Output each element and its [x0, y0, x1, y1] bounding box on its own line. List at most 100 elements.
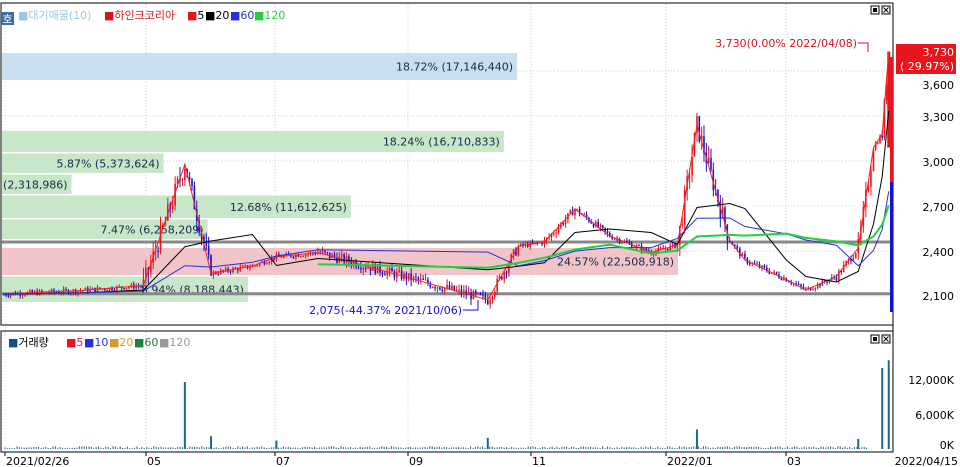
- candle-body: [780, 277, 783, 281]
- stock-chart[interactable]: 18.72% (17,146,440) 18.24% (16,710,833) 5.…: [0, 0, 960, 467]
- x-label: 2022/04/15: [895, 455, 958, 467]
- candle-body: [29, 290, 31, 293]
- candle-body: [436, 287, 439, 289]
- vol-legend-ma5[interactable]: ■5: [66, 336, 83, 349]
- profile-bar-label: 18.24% (16,710,833): [383, 136, 500, 149]
- candle-body: [669, 245, 672, 250]
- maximize-icon-fill: [873, 8, 877, 12]
- candle-body: [116, 286, 118, 291]
- x-label: 11: [532, 455, 546, 467]
- candle-body: [491, 297, 494, 300]
- x-label: 2022/01: [667, 455, 713, 467]
- candle-body: [787, 281, 790, 283]
- badge-label[interactable]: 호: [2, 13, 12, 26]
- legend-item-stock[interactable]: ■하인크코리아: [104, 8, 175, 22]
- legend-item-ma120[interactable]: ■120: [254, 9, 285, 22]
- candle-body: [753, 262, 756, 264]
- candle-body: [314, 253, 317, 255]
- legend-item-ma60[interactable]: ■60: [230, 9, 254, 22]
- profile-bar-label: 12.68% (11,612,625): [230, 201, 347, 214]
- legend-text: 60: [144, 336, 158, 349]
- profile-bar-label: 24.57% (22,508,918): [557, 256, 674, 269]
- legend-marker: ■: [230, 9, 240, 22]
- candle-body: [489, 299, 491, 305]
- candle-body: [681, 224, 684, 226]
- x-label: 09: [409, 455, 423, 467]
- candle-body: [870, 171, 872, 187]
- candle-body: [181, 179, 184, 181]
- candle-body: [434, 287, 436, 289]
- legend-text: 20: [215, 9, 229, 22]
- legend-marker: ■: [66, 336, 76, 349]
- candle-body: [205, 243, 208, 247]
- candle-body: [744, 253, 746, 258]
- candle-body: [667, 248, 669, 250]
- price-tick: 2,100: [923, 290, 955, 303]
- x-label: 03: [787, 455, 801, 467]
- candle-body: [835, 277, 838, 281]
- candle-body: [531, 242, 534, 244]
- vol-legend-ma20[interactable]: ■20: [109, 336, 133, 349]
- legend-text: 120: [264, 9, 285, 22]
- vol-legend-ma10[interactable]: ■10: [84, 336, 108, 349]
- legend-marker: ■: [8, 336, 18, 349]
- candle-body: [477, 292, 480, 294]
- price-tick: 3,300: [923, 111, 955, 124]
- vol-legend-volume[interactable]: ■거래량: [8, 336, 49, 349]
- candle-body: [362, 267, 365, 270]
- legend-marker: ■: [104, 9, 114, 22]
- candle-body: [241, 265, 244, 267]
- legend-item-profile[interactable]: ■대기매물(10): [18, 9, 91, 22]
- volume-panel-frame: [0, 330, 894, 453]
- candle-body: [475, 290, 477, 294]
- volume-tick: 6,000K: [915, 409, 954, 422]
- candle-body: [400, 270, 403, 280]
- candle-body: [391, 267, 393, 272]
- candle-body: [268, 261, 271, 264]
- candle-body: [171, 205, 174, 210]
- legend-item-ma5[interactable]: ■5: [187, 9, 204, 22]
- candle-body: [419, 278, 422, 280]
- candle-body: [736, 245, 739, 249]
- candle-body: [364, 267, 367, 269]
- vol-legend-ma120[interactable]: ■120: [159, 336, 190, 349]
- candle-body: [881, 135, 884, 138]
- right-range-bar-down: [890, 182, 893, 312]
- candle-body: [249, 267, 251, 269]
- candle-body: [360, 267, 362, 270]
- candle-body: [140, 286, 142, 288]
- candle-body: [505, 272, 508, 274]
- candle-body: [41, 290, 43, 292]
- candle-body: [229, 271, 232, 273]
- candle-body: [773, 271, 775, 273]
- candle-body: [369, 267, 372, 271]
- profile-bar-label: 7.47% (6,258,209): [101, 223, 204, 236]
- candle-body: [256, 265, 259, 267]
- candle-body: [417, 277, 420, 280]
- candle-body: [266, 263, 268, 265]
- candle-body: [451, 285, 453, 290]
- candle-body: [326, 252, 329, 254]
- candle-body: [424, 279, 427, 281]
- price-tick: 3,000: [923, 156, 955, 169]
- legend-item-ma20[interactable]: ■20: [205, 9, 229, 22]
- candle-body: [422, 278, 424, 280]
- legend-text: 거래량: [18, 336, 48, 349]
- candle-body: [407, 273, 410, 280]
- candle-body: [877, 143, 879, 145]
- vol-legend-ma60[interactable]: ■60: [134, 336, 158, 349]
- price-axis: 3,600 3,300 3,000 2,700 2,400 2,100: [923, 79, 955, 303]
- profile-bar-label: 5.87% (5,373,624): [56, 157, 159, 170]
- legend-marker: ■: [84, 336, 94, 349]
- candle-body: [652, 254, 655, 256]
- candle-body: [553, 233, 555, 235]
- candle-body: [345, 256, 348, 263]
- legend-marker: ■: [254, 9, 264, 22]
- high-annotation: 3,730(0.00% 2022/04/08): [715, 37, 857, 50]
- candle-body: [707, 157, 710, 163]
- candle-body: [621, 242, 623, 244]
- candle-body: [21, 295, 24, 297]
- legend-text: 60: [240, 9, 254, 22]
- candle-body: [415, 276, 417, 278]
- candle-body: [302, 256, 304, 258]
